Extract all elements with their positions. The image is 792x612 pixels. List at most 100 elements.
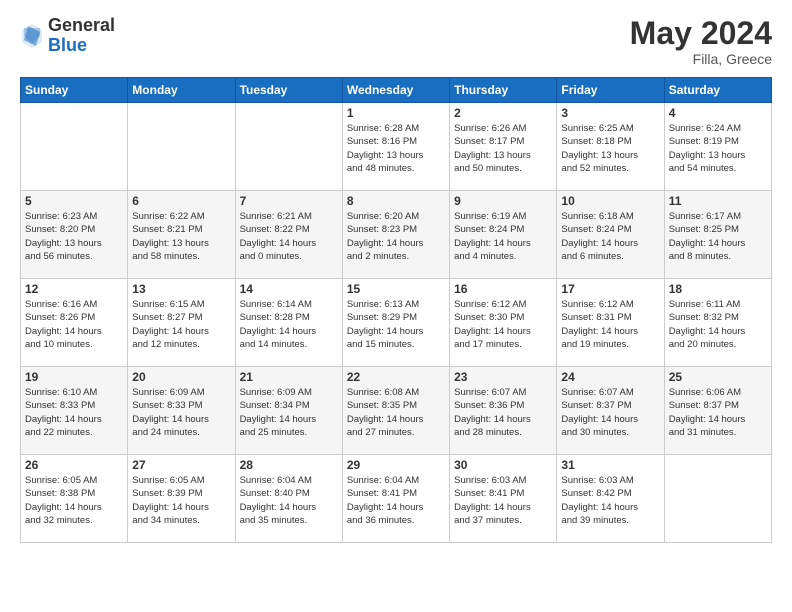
cell-line: and 2 minutes.: [347, 250, 445, 263]
cell-line: Sunrise: 6:24 AM: [669, 122, 767, 135]
cell-line: Sunrise: 6:12 AM: [454, 298, 552, 311]
table-row: 17Sunrise: 6:12 AMSunset: 8:31 PMDayligh…: [557, 279, 664, 367]
cell-line: Daylight: 14 hours: [561, 501, 659, 514]
table-row: 22Sunrise: 6:08 AMSunset: 8:35 PMDayligh…: [342, 367, 449, 455]
table-row: 19Sunrise: 6:10 AMSunset: 8:33 PMDayligh…: [21, 367, 128, 455]
cell-line: Sunrise: 6:06 AM: [669, 386, 767, 399]
table-row: 25Sunrise: 6:06 AMSunset: 8:37 PMDayligh…: [664, 367, 771, 455]
day-number: 27: [132, 458, 230, 472]
cell-line: Sunset: 8:34 PM: [240, 399, 338, 412]
day-number: 28: [240, 458, 338, 472]
table-row: 27Sunrise: 6:05 AMSunset: 8:39 PMDayligh…: [128, 455, 235, 543]
cell-line: and 10 minutes.: [25, 338, 123, 351]
cell-line: and 19 minutes.: [561, 338, 659, 351]
table-row: 2Sunrise: 6:26 AMSunset: 8:17 PMDaylight…: [450, 103, 557, 191]
col-saturday: Saturday: [664, 78, 771, 103]
cell-line: Sunset: 8:22 PM: [240, 223, 338, 236]
cell-line: Sunrise: 6:05 AM: [132, 474, 230, 487]
cell-line: Daylight: 14 hours: [347, 325, 445, 338]
table-row: 1Sunrise: 6:28 AMSunset: 8:16 PMDaylight…: [342, 103, 449, 191]
day-number: 23: [454, 370, 552, 384]
day-number: 8: [347, 194, 445, 208]
day-number: 25: [669, 370, 767, 384]
col-sunday: Sunday: [21, 78, 128, 103]
table-row: 31Sunrise: 6:03 AMSunset: 8:42 PMDayligh…: [557, 455, 664, 543]
table-row: 6Sunrise: 6:22 AMSunset: 8:21 PMDaylight…: [128, 191, 235, 279]
table-row: [128, 103, 235, 191]
cell-line: Sunrise: 6:13 AM: [347, 298, 445, 311]
cell-line: Sunset: 8:26 PM: [25, 311, 123, 324]
cell-line: and 15 minutes.: [347, 338, 445, 351]
day-number: 17: [561, 282, 659, 296]
cell-line: and 8 minutes.: [669, 250, 767, 263]
table-row: 13Sunrise: 6:15 AMSunset: 8:27 PMDayligh…: [128, 279, 235, 367]
cell-line: Sunrise: 6:03 AM: [454, 474, 552, 487]
cell-line: Daylight: 13 hours: [132, 237, 230, 250]
cell-line: and 0 minutes.: [240, 250, 338, 263]
cell-line: Sunset: 8:35 PM: [347, 399, 445, 412]
col-thursday: Thursday: [450, 78, 557, 103]
cell-line: and 52 minutes.: [561, 162, 659, 175]
cell-line: Sunrise: 6:07 AM: [454, 386, 552, 399]
table-row: 11Sunrise: 6:17 AMSunset: 8:25 PMDayligh…: [664, 191, 771, 279]
cell-line: and 37 minutes.: [454, 514, 552, 527]
day-number: 7: [240, 194, 338, 208]
cell-line: Sunset: 8:38 PM: [25, 487, 123, 500]
cell-line: Sunrise: 6:23 AM: [25, 210, 123, 223]
logo-text: General Blue: [48, 16, 115, 56]
cell-line: and 30 minutes.: [561, 426, 659, 439]
cell-line: and 27 minutes.: [347, 426, 445, 439]
subtitle: Filla, Greece: [630, 51, 772, 67]
cell-line: Daylight: 14 hours: [132, 325, 230, 338]
table-row: 26Sunrise: 6:05 AMSunset: 8:38 PMDayligh…: [21, 455, 128, 543]
day-number: 3: [561, 106, 659, 120]
cell-line: Sunset: 8:37 PM: [669, 399, 767, 412]
cell-line: Daylight: 14 hours: [347, 237, 445, 250]
cell-line: Sunrise: 6:04 AM: [347, 474, 445, 487]
cell-line: Sunset: 8:40 PM: [240, 487, 338, 500]
cell-line: Daylight: 14 hours: [240, 237, 338, 250]
cell-line: Sunrise: 6:19 AM: [454, 210, 552, 223]
cell-line: Sunset: 8:24 PM: [561, 223, 659, 236]
cell-line: Sunrise: 6:21 AM: [240, 210, 338, 223]
cell-line: Daylight: 13 hours: [561, 149, 659, 162]
day-number: 10: [561, 194, 659, 208]
cell-line: Sunrise: 6:15 AM: [132, 298, 230, 311]
logo-icon: [20, 22, 44, 50]
day-number: 22: [347, 370, 445, 384]
table-row: 10Sunrise: 6:18 AMSunset: 8:24 PMDayligh…: [557, 191, 664, 279]
cell-line: Sunrise: 6:08 AM: [347, 386, 445, 399]
calendar-header: Sunday Monday Tuesday Wednesday Thursday…: [21, 78, 772, 103]
cell-line: and 22 minutes.: [25, 426, 123, 439]
cell-line: Sunrise: 6:11 AM: [669, 298, 767, 311]
cell-line: Sunrise: 6:12 AM: [561, 298, 659, 311]
cell-line: Daylight: 13 hours: [669, 149, 767, 162]
header: General Blue May 2024 Filla, Greece: [20, 16, 772, 67]
table-row: 30Sunrise: 6:03 AMSunset: 8:41 PMDayligh…: [450, 455, 557, 543]
cell-line: Sunset: 8:20 PM: [25, 223, 123, 236]
cell-line: and 32 minutes.: [25, 514, 123, 527]
cell-line: Daylight: 14 hours: [454, 237, 552, 250]
col-friday: Friday: [557, 78, 664, 103]
cell-line: and 50 minutes.: [454, 162, 552, 175]
cell-line: Daylight: 14 hours: [25, 501, 123, 514]
day-number: 11: [669, 194, 767, 208]
cell-line: Sunset: 8:42 PM: [561, 487, 659, 500]
cell-line: Sunrise: 6:20 AM: [347, 210, 445, 223]
cell-line: and 34 minutes.: [132, 514, 230, 527]
cell-line: Sunset: 8:28 PM: [240, 311, 338, 324]
cell-line: Sunset: 8:33 PM: [132, 399, 230, 412]
table-row: 21Sunrise: 6:09 AMSunset: 8:34 PMDayligh…: [235, 367, 342, 455]
table-row: 28Sunrise: 6:04 AMSunset: 8:40 PMDayligh…: [235, 455, 342, 543]
table-row: 4Sunrise: 6:24 AMSunset: 8:19 PMDaylight…: [664, 103, 771, 191]
logo: General Blue: [20, 16, 115, 56]
cell-line: Sunset: 8:32 PM: [669, 311, 767, 324]
day-number: 20: [132, 370, 230, 384]
cell-line: Daylight: 14 hours: [25, 413, 123, 426]
cell-line: and 12 minutes.: [132, 338, 230, 351]
cell-line: Sunrise: 6:26 AM: [454, 122, 552, 135]
logo-general-text: General: [48, 16, 115, 36]
cell-line: Sunrise: 6:03 AM: [561, 474, 659, 487]
table-row: 20Sunrise: 6:09 AMSunset: 8:33 PMDayligh…: [128, 367, 235, 455]
cell-line: Sunrise: 6:04 AM: [240, 474, 338, 487]
